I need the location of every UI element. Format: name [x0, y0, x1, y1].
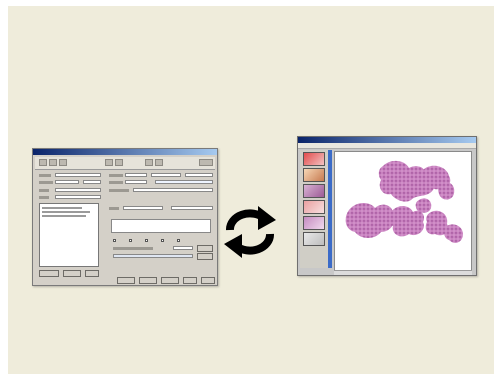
text-field[interactable] — [123, 206, 163, 210]
thumbnail-panel — [300, 150, 329, 268]
footer-button-5[interactable] — [201, 277, 215, 284]
text-field[interactable] — [55, 188, 101, 192]
tissue-section-image — [345, 160, 463, 243]
text-field[interactable] — [55, 195, 101, 199]
field-label — [109, 174, 123, 177]
refresh-cycle-icon — [218, 204, 282, 260]
field-label — [113, 247, 153, 250]
toolbar-button-4[interactable] — [105, 159, 113, 166]
text-field[interactable] — [171, 206, 213, 210]
action-button[interactable] — [197, 253, 213, 260]
footer-button-4[interactable] — [183, 277, 197, 284]
field-label — [39, 196, 49, 199]
field-label — [109, 207, 119, 210]
checkbox[interactable] — [129, 239, 132, 242]
list-item[interactable] — [42, 211, 90, 213]
footer-button-1[interactable] — [117, 277, 135, 284]
checkbox[interactable] — [113, 239, 116, 242]
list-button-2[interactable] — [63, 270, 81, 277]
field-label — [109, 189, 129, 192]
field-label — [39, 181, 53, 184]
form-window — [32, 148, 218, 286]
progress-field — [113, 254, 193, 258]
dropdown-field[interactable] — [155, 180, 213, 184]
list-item[interactable] — [42, 207, 82, 209]
toolbar-button-7[interactable] — [155, 159, 163, 166]
list-button-1[interactable] — [39, 270, 59, 277]
text-field[interactable] — [133, 188, 213, 192]
slide-thumbnail[interactable] — [303, 232, 325, 246]
toolbar-button-5[interactable] — [115, 159, 123, 166]
text-field[interactable] — [151, 173, 181, 177]
list-item[interactable] — [42, 215, 86, 217]
slide-thumbnail[interactable] — [303, 216, 325, 230]
list-button-3[interactable] — [85, 270, 99, 277]
text-field[interactable] — [55, 173, 101, 177]
field-label — [109, 181, 123, 184]
slide-thumbnail[interactable] — [303, 168, 325, 182]
record-list[interactable] — [39, 203, 99, 267]
toolbar-button-2[interactable] — [49, 159, 57, 166]
notes-textarea[interactable] — [111, 219, 211, 233]
slide-canvas[interactable] — [334, 151, 472, 271]
slide-thumbnail[interactable] — [303, 184, 325, 198]
toolbar-button-3[interactable] — [59, 159, 67, 166]
field-label — [39, 189, 49, 192]
text-field[interactable] — [55, 180, 79, 184]
form-window-titlebar[interactable] — [33, 149, 217, 155]
text-field[interactable] — [173, 246, 193, 250]
horizontal-scrollbar[interactable] — [334, 270, 472, 275]
text-field[interactable] — [83, 180, 101, 184]
checkbox[interactable] — [161, 239, 164, 242]
checkbox[interactable] — [145, 239, 148, 242]
viewer-splitter[interactable] — [328, 150, 332, 268]
slide-viewer-window — [297, 136, 477, 276]
slide-thumbnail[interactable] — [303, 200, 325, 214]
action-button[interactable] — [197, 245, 213, 252]
footer-button-2[interactable] — [139, 277, 157, 284]
slide-thumbnail[interactable] — [303, 152, 325, 166]
toolbar-button-6[interactable] — [145, 159, 153, 166]
text-field[interactable] — [125, 173, 147, 177]
toolbar-button-8[interactable] — [199, 159, 213, 166]
checkbox[interactable] — [177, 239, 180, 242]
field-label — [39, 174, 51, 177]
text-field[interactable] — [125, 180, 147, 184]
viewer-menubar — [298, 143, 476, 149]
form-toolbar — [35, 157, 215, 170]
illustration-canvas — [8, 6, 494, 374]
toolbar-button-1[interactable] — [39, 159, 47, 166]
text-field[interactable] — [185, 173, 213, 177]
footer-button-3[interactable] — [161, 277, 179, 284]
